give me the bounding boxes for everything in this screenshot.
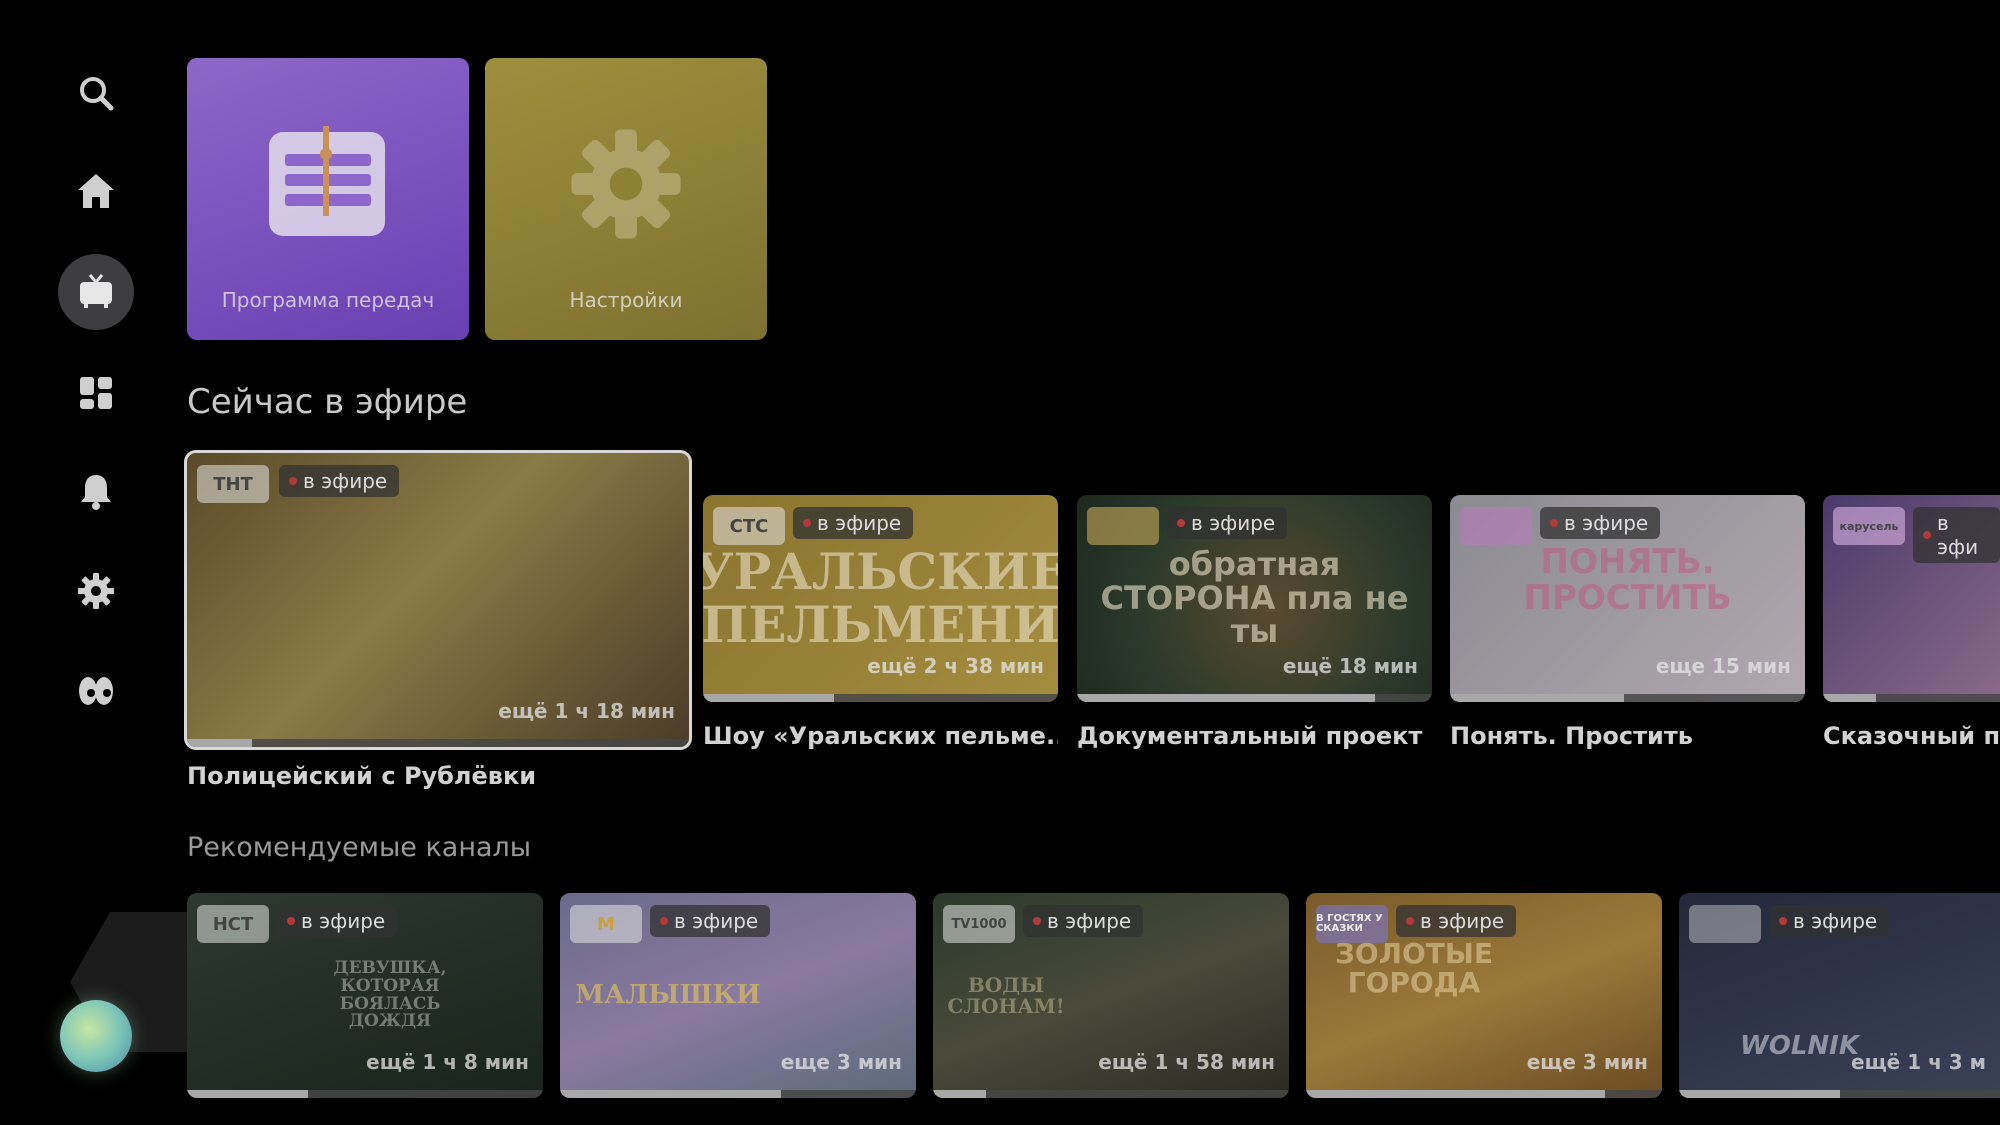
channel-logo <box>1087 507 1159 545</box>
live-badge: в эфире <box>1167 507 1288 539</box>
tile-settings[interactable]: Настройки <box>485 58 767 340</box>
card-title: Понять. Простить <box>1450 722 1693 750</box>
nav-apps[interactable] <box>58 355 134 431</box>
tv-icon <box>80 274 112 308</box>
card-recommended-5[interactable]: WOLNIK в эфире ещё 1 ч 3 м <box>1679 893 2000 1098</box>
progress-bar <box>1077 694 1432 702</box>
remaining-time: еще 15 мин <box>1655 654 1791 678</box>
card-recommended-4[interactable]: ЗОЛОТЫЕ ГОРОДА В ГОСТЯХ У СКАЗКИ в эфире… <box>1306 893 1662 1098</box>
progress-bar <box>1823 694 2000 702</box>
nav-kids[interactable] <box>58 653 134 729</box>
channel-logo: карусель <box>1833 507 1905 545</box>
progress-bar <box>187 1090 543 1098</box>
apps-grid-icon <box>80 377 112 409</box>
card-now-on-air-4[interactable]: ПОНЯТЬ. ПРОСТИТЬ в эфире еще 15 мин <box>1450 495 1805 702</box>
card-now-on-air-2[interactable]: УРАЛЬСКИЕ ПЕЛЬМЕНИ СТС в эфире ещё 2 ч 3… <box>703 495 1058 702</box>
gear-icon <box>571 129 681 239</box>
live-badge: в эфире <box>793 507 914 539</box>
remaining-time: еще 3 мин <box>1526 1050 1648 1074</box>
card-recommended-1[interactable]: ДЕВУШКА, КОТОРАЯ БОЯЛАСЬ ДОЖДЯ НСТ в эфи… <box>187 893 543 1098</box>
live-badge: в эфире <box>1540 507 1661 539</box>
remaining-time: ещё 2 ч 38 мин <box>867 654 1044 678</box>
remaining-time: ещё 1 ч 18 мин <box>498 699 675 723</box>
remaining-time: ещё 1 ч 58 мин <box>1098 1050 1275 1074</box>
channel-logo: М <box>570 905 642 943</box>
tile-settings-label: Настройки <box>569 288 683 312</box>
card-title: Сказочный па <box>1823 722 2000 750</box>
nav-notifications[interactable] <box>58 453 134 529</box>
channel-logo: В ГОСТЯХ У СКАЗКИ <box>1316 905 1388 943</box>
remaining-time: еще 3 мин <box>780 1050 902 1074</box>
card-title: Документальный проект <box>1077 722 1423 750</box>
nav-settings[interactable] <box>58 553 134 629</box>
progress-bar <box>1450 694 1805 702</box>
bell-icon <box>81 475 111 510</box>
card-recommended-2[interactable]: МАЛЫШКИ М в эфире еще 3 мин <box>560 893 916 1098</box>
live-badge: в эфире <box>650 905 771 937</box>
live-badge: в эфире <box>1769 905 1890 937</box>
channel-logo: ТНТ <box>197 465 269 503</box>
remaining-time: ещё 1 ч 8 мин <box>366 1050 529 1074</box>
channel-logo: НСТ <box>197 905 269 943</box>
live-badge: в эфире <box>279 465 400 497</box>
card-now-on-air-5[interactable]: карусель в эфи <box>1823 495 2000 702</box>
remaining-time: ещё 18 мин <box>1282 654 1418 678</box>
progress-bar <box>187 739 689 747</box>
live-badge: в эфи <box>1913 507 2000 563</box>
channel-logo <box>1689 905 1761 943</box>
live-badge: в эфире <box>1396 905 1517 937</box>
voice-assistant-orb[interactable] <box>60 1000 132 1072</box>
nav-tv[interactable] <box>58 254 134 330</box>
progress-bar <box>560 1090 916 1098</box>
card-title: Полицейский с Рублёвки <box>187 762 537 790</box>
section-title-recommended: Рекомендуемые каналы <box>187 832 532 863</box>
gear-icon <box>78 573 114 609</box>
card-title: Шоу «Уральских пельме... <box>703 722 1058 750</box>
remaining-time: ещё 1 ч 3 м <box>1851 1050 1986 1074</box>
progress-bar <box>1306 1090 1662 1098</box>
progress-bar <box>703 694 1058 702</box>
progress-bar <box>1679 1090 2000 1098</box>
live-badge: в эфире <box>277 905 398 937</box>
kids-eyes-icon <box>79 677 113 705</box>
section-title-now-on-air: Сейчас в эфире <box>187 382 468 422</box>
home-icon <box>78 174 114 208</box>
search-icon <box>80 77 114 111</box>
channel-logo: СТС <box>713 507 785 545</box>
nav-home[interactable] <box>58 153 134 229</box>
card-recommended-3[interactable]: ВОДЫ СЛОНАМ! TV1000 в эфире ещё 1 ч 58 м… <box>933 893 1289 1098</box>
tile-tv-guide[interactable]: Программа передач <box>187 58 469 340</box>
tv-guide-icon <box>269 126 385 236</box>
live-badge: в эфире <box>1023 905 1144 937</box>
card-now-on-air-1[interactable]: ТНТ в эфире ещё 1 ч 18 мин <box>184 450 692 750</box>
channel-logo: TV1000 <box>943 905 1015 943</box>
progress-bar <box>933 1090 1289 1098</box>
nav-search[interactable] <box>58 55 134 131</box>
card-now-on-air-3[interactable]: обратная СТОРОНА пла не ты в эфире ещё 1… <box>1077 495 1432 702</box>
channel-logo <box>1460 507 1532 545</box>
tile-tv-guide-label: Программа передач <box>221 288 435 312</box>
sidebar <box>0 0 230 1125</box>
